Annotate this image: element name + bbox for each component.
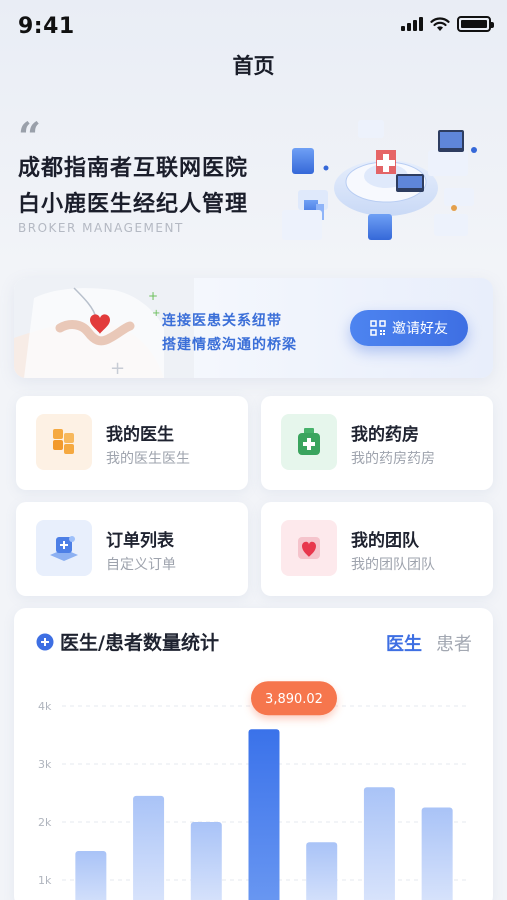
status-bar: 9:41 xyxy=(0,0,507,48)
chart-bar[interactable] xyxy=(421,807,453,900)
medicine-box-icon xyxy=(281,414,337,470)
svg-text:+: + xyxy=(148,289,158,303)
card-title: 我的医生 xyxy=(106,425,174,445)
card-my-team[interactable]: 我的团队 我的团队团队 xyxy=(261,502,493,596)
y-tick-label: 2k xyxy=(38,816,52,829)
card-title: 订单列表 xyxy=(106,531,174,551)
status-time: 9:41 xyxy=(18,14,75,39)
blocks-icon xyxy=(36,414,92,470)
stats-panel: 医生/患者数量统计 医生 患者 4k 3k 2k 1k 3,890.02 xyxy=(14,608,493,900)
svg-text:+: + xyxy=(110,358,125,378)
card-my-pharmacy[interactable]: 我的药房 我的药房药房 xyxy=(261,396,493,490)
hero-title-line2: 白小鹿医生经纪人管理 xyxy=(18,192,249,217)
chart-bar[interactable] xyxy=(248,729,280,900)
banner-line1: 连接医患关系纽带 xyxy=(162,313,282,329)
heart-team-icon xyxy=(281,520,337,576)
hero-title-line1: 成都指南者互联网医院 xyxy=(18,156,249,181)
page-title: 首页 xyxy=(232,54,275,78)
qr-code-icon xyxy=(370,320,386,336)
hero-illustration xyxy=(282,120,477,240)
card-subtitle: 自定义订单 xyxy=(106,557,176,573)
y-tick-label: 4k xyxy=(38,700,52,713)
signal-icon xyxy=(401,17,423,31)
wifi-icon xyxy=(430,16,450,31)
battery-icon xyxy=(457,16,494,32)
chart-bar[interactable] xyxy=(363,787,395,900)
card-subtitle: 我的药房药房 xyxy=(351,451,435,467)
bar-chart: 4k 3k 2k 1k 3,890.02 xyxy=(38,681,466,900)
card-title: 我的团队 xyxy=(351,531,419,551)
order-icon xyxy=(36,520,92,576)
chart-bar[interactable] xyxy=(306,842,338,900)
y-tick-label: 1k xyxy=(38,874,52,887)
chart-bar[interactable] xyxy=(75,851,107,900)
chart-bar[interactable] xyxy=(190,822,222,900)
status-icons xyxy=(401,16,494,32)
card-title: 我的药房 xyxy=(351,425,419,445)
invite-banner: + + + + 连接医患关系纽带 搭建情感沟通的桥梁 邀请好友 xyxy=(14,278,493,378)
card-subtitle: 我的医生医生 xyxy=(106,451,190,467)
hero-subtitle: BROKER MANAGEMENT xyxy=(18,221,184,235)
card-subtitle: 我的团队团队 xyxy=(351,557,435,573)
invite-friends-button[interactable]: 邀请好友 xyxy=(350,310,468,346)
card-my-doctors[interactable]: 我的医生 我的医生医生 xyxy=(16,396,248,490)
y-tick-label: 3k xyxy=(38,758,52,771)
banner-line2: 搭建情感沟通的桥梁 xyxy=(162,337,297,353)
invite-friends-label: 邀请好友 xyxy=(392,321,448,337)
svg-text:+: + xyxy=(152,308,160,319)
tooltip-value: 3,890.02 xyxy=(265,692,323,707)
card-order-list[interactable]: 订单列表 自定义订单 xyxy=(16,502,248,596)
chart-bar[interactable] xyxy=(133,795,165,900)
